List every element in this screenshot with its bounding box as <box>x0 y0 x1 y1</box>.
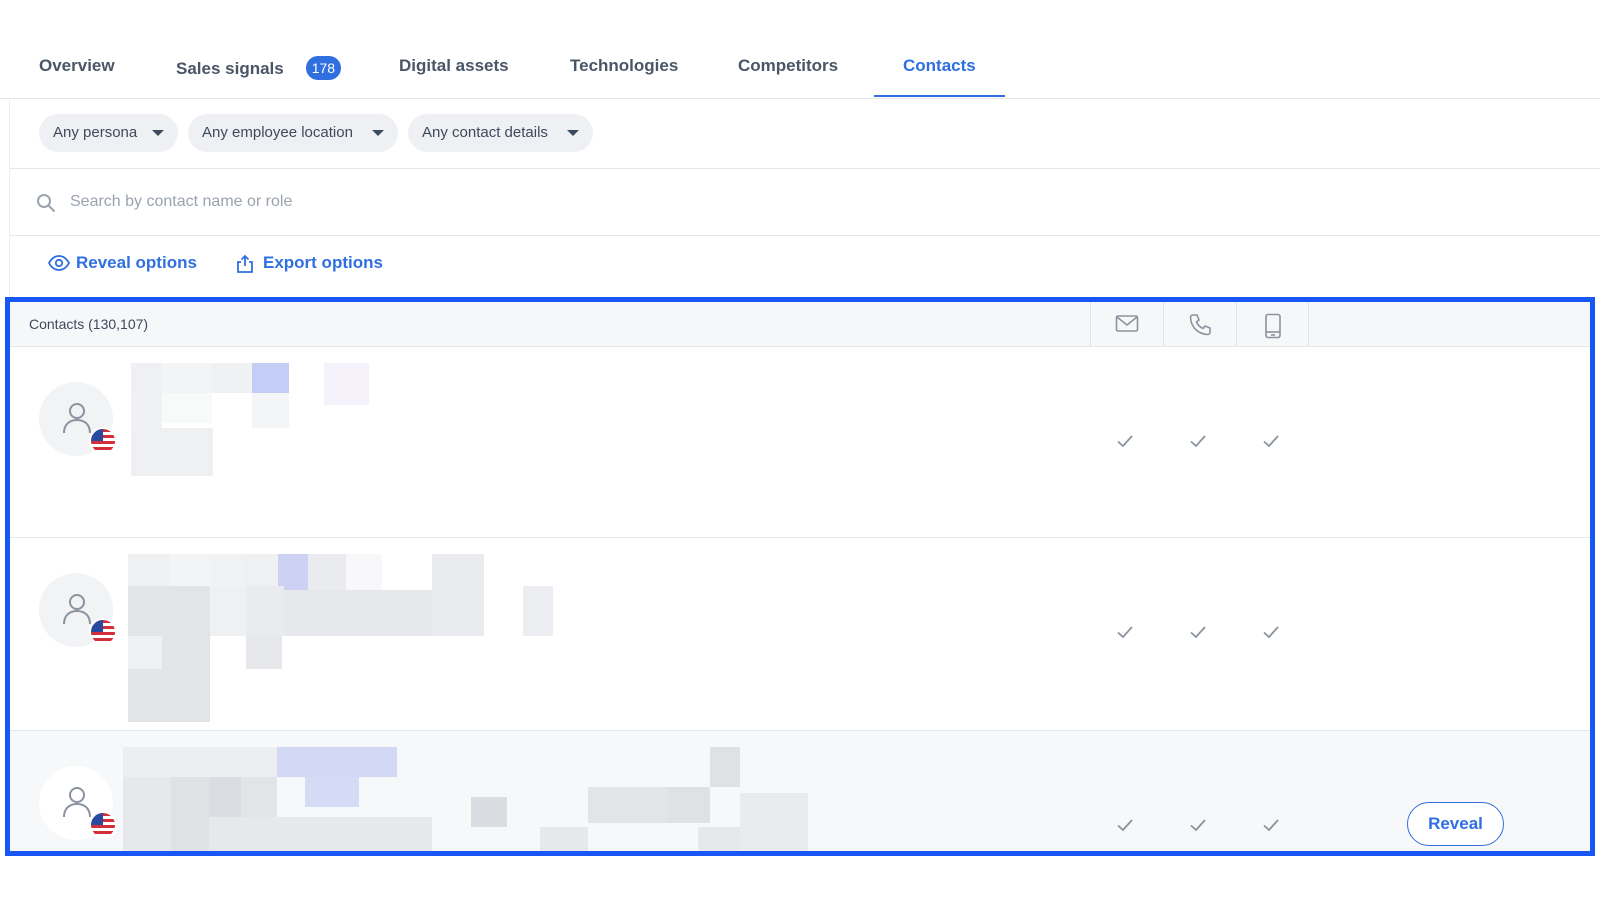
caret-down-icon <box>152 130 164 136</box>
persona-filter-dropdown[interactable]: Any persona <box>39 114 178 152</box>
table-row[interactable]: Reveal <box>10 731 1590 851</box>
reveal-options-link[interactable]: Reveal options <box>48 253 197 273</box>
tab-competitors[interactable]: Competitors <box>738 56 838 98</box>
person-icon <box>63 787 91 818</box>
phone-available-check-icon <box>1190 435 1206 448</box>
email-available-check-icon <box>1117 626 1133 639</box>
us-flag-icon <box>89 811 117 839</box>
caret-down-icon <box>567 130 579 136</box>
mobile-icon <box>1265 313 1281 339</box>
phone-available-check-icon <box>1190 819 1206 832</box>
table-row[interactable] <box>10 538 1590 731</box>
us-flag-icon <box>89 427 117 455</box>
mobile-available-check-icon <box>1263 819 1279 832</box>
tab-digital-assets[interactable]: Digital assets <box>399 56 509 98</box>
person-icon <box>63 403 91 434</box>
reveal-contact-button[interactable]: Reveal <box>1407 802 1504 846</box>
tab-contacts[interactable]: Contacts <box>874 56 1005 98</box>
email-available-check-icon <box>1117 819 1133 832</box>
phone-available-check-icon <box>1190 626 1206 639</box>
contact-search-bar <box>10 169 1600 236</box>
reveal-options-label: Reveal options <box>76 253 197 272</box>
mobile-available-check-icon <box>1263 626 1279 639</box>
caret-down-icon <box>372 130 384 136</box>
tab-technologies[interactable]: Technologies <box>570 56 678 98</box>
persona-filter-label: Any persona <box>53 124 138 141</box>
mobile-column-header <box>1236 302 1309 347</box>
tab-overview[interactable]: Overview <box>39 56 115 98</box>
contacts-table-header: Contacts (130,107) <box>10 302 1590 347</box>
email-icon <box>1115 315 1139 332</box>
employee-location-filter-dropdown[interactable]: Any employee location <box>188 114 398 152</box>
mobile-available-check-icon <box>1263 435 1279 448</box>
avatar <box>39 766 117 840</box>
email-available-check-icon <box>1117 435 1133 448</box>
employee-location-filter-label: Any employee location <box>202 124 353 141</box>
export-options-link[interactable]: Export options <box>237 253 383 273</box>
contact-search-input[interactable] <box>70 187 970 217</box>
tab-sales-signals[interactable]: Sales signals 178 <box>176 56 342 98</box>
tab-sales-signals-label: Sales signals <box>176 59 284 78</box>
eye-icon <box>48 255 70 271</box>
filter-bar: Any persona Any employee location Any co… <box>10 99 1600 169</box>
sales-signals-count-badge: 178 <box>305 56 342 80</box>
export-icon <box>237 254 253 273</box>
phone-column-header <box>1163 302 1236 347</box>
phone-icon <box>1189 314 1211 336</box>
table-row[interactable] <box>10 347 1590 538</box>
export-options-label: Export options <box>263 253 383 272</box>
email-column-header <box>1090 302 1163 347</box>
avatar <box>39 573 117 647</box>
contact-details-filter-dropdown[interactable]: Any contact details <box>408 114 593 152</box>
contacts-count-title: Contacts (130,107) <box>29 316 149 332</box>
avatar <box>39 382 117 456</box>
person-icon <box>63 594 91 625</box>
tab-bar: Overview Sales signals 178 Digital assets… <box>0 0 1600 99</box>
us-flag-icon <box>89 618 117 646</box>
action-links: Reveal options Export options <box>10 236 1600 294</box>
contacts-table: Contacts (130,107) Reveal <box>10 302 1590 851</box>
contact-details-filter-label: Any contact details <box>422 124 548 141</box>
search-icon <box>37 194 55 212</box>
